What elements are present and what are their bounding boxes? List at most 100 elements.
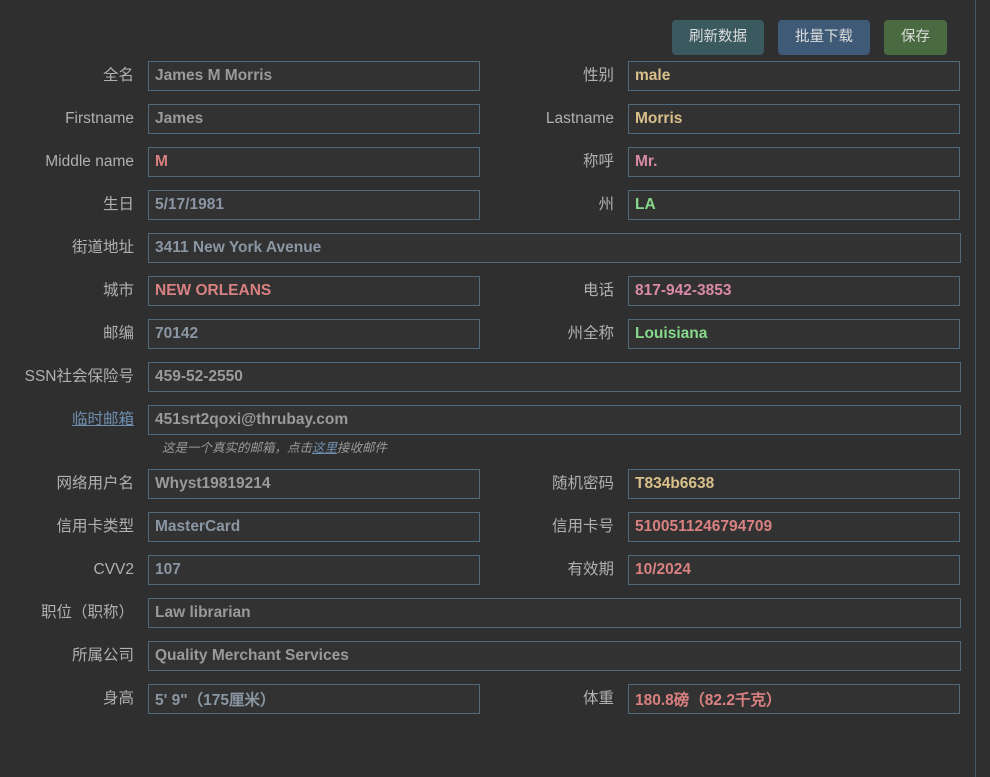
field-title: 称呼 Mr. [480, 146, 960, 177]
form-row: 信用卡类型 MasterCard 信用卡号 5100511246794709 [0, 511, 961, 542]
field-zipcode: 邮编 70142 [0, 318, 480, 349]
email-hint-link[interactable]: 这里 [312, 441, 337, 455]
field-cvv2: CVV2 107 [0, 554, 480, 585]
form-row: 所属公司 Quality Merchant Services [0, 640, 961, 671]
form-row: 邮编 70142 州全称 Louisiana [0, 318, 961, 349]
fullname-input[interactable]: James M Morris [148, 60, 480, 91]
field-cardnumber: 信用卡号 5100511246794709 [480, 511, 960, 542]
field-statefull: 州全称 Louisiana [480, 318, 960, 349]
email-hint: 这是一个真实的邮箱，点击这里接收邮件 [148, 437, 387, 456]
fullname-label: 全名 [102, 66, 134, 84]
gender-label: 性别 [582, 66, 614, 84]
identity-form: 全名 James M Morris 性别 male Firstname Jame… [0, 60, 975, 714]
statefull-label: 州全称 [567, 324, 614, 342]
email-hint-row: 这是一个真实的邮箱，点击这里接收邮件 [0, 437, 961, 456]
company-input[interactable]: Quality Merchant Services [148, 640, 961, 671]
field-phone: 电话 817-942-3853 [480, 275, 960, 306]
cvv2-input[interactable]: 107 [148, 554, 480, 585]
field-job: 职位（职称） Law librarian [0, 597, 961, 628]
form-row: 网络用户名 Whyst19819214 随机密码 T834b6638 [0, 468, 961, 499]
ssn-label: SSN社会保险号 [24, 367, 134, 385]
cardtype-input[interactable]: MasterCard [148, 511, 480, 542]
cardnumber-input[interactable]: 5100511246794709 [628, 511, 960, 542]
job-input[interactable]: Law librarian [148, 597, 961, 628]
username-input[interactable]: Whyst19819214 [148, 468, 480, 499]
middlename-label: Middle name [45, 152, 134, 170]
username-label: 网络用户名 [56, 474, 134, 492]
field-username: 网络用户名 Whyst19819214 [0, 468, 480, 499]
form-row: 街道地址 3411 New York Avenue [0, 232, 961, 263]
hint-spacer [0, 437, 148, 456]
lastname-label: Lastname [545, 109, 614, 127]
email-input[interactable]: 451srt2qoxi@thrubay.com [148, 404, 961, 435]
birthday-input[interactable]: 5/17/1981 [148, 189, 480, 220]
weight-label: 体重 [582, 689, 614, 707]
form-row: 职位（职称） Law librarian [0, 597, 961, 628]
street-input[interactable]: 3411 New York Avenue [148, 232, 961, 263]
form-row: 生日 5/17/1981 州 LA [0, 189, 961, 220]
cardtype-label: 信用卡类型 [56, 517, 134, 535]
ssn-input[interactable]: 459-52-2550 [148, 361, 961, 392]
page-root: 刷新数据 批量下载 保存 全名 James M Morris 性别 male F… [0, 0, 990, 777]
firstname-input[interactable]: James [148, 103, 480, 134]
form-row: Middle name M 称呼 Mr. [0, 146, 961, 177]
password-input[interactable]: T834b6638 [628, 468, 960, 499]
phone-input[interactable]: 817-942-3853 [628, 275, 960, 306]
field-password: 随机密码 T834b6638 [480, 468, 960, 499]
form-row: SSN社会保险号 459-52-2550 [0, 361, 961, 392]
field-city: 城市 NEW ORLEANS [0, 275, 480, 306]
field-gender: 性别 male [480, 60, 960, 91]
email-label-link[interactable]: 临时邮箱 [0, 405, 148, 435]
field-email: 临时邮箱 451srt2qoxi@thrubay.com [0, 404, 961, 435]
gender-input[interactable]: male [628, 60, 960, 91]
zipcode-label: 邮编 [102, 324, 134, 342]
title-input[interactable]: Mr. [628, 146, 960, 177]
field-height: 身高 5' 9"（175厘米） [0, 683, 480, 714]
refresh-data-button[interactable]: 刷新数据 [672, 20, 764, 55]
height-input[interactable]: 5' 9"（175厘米） [148, 683, 480, 714]
save-button[interactable]: 保存 [884, 20, 947, 55]
job-label: 职位（职称） [40, 603, 134, 621]
phone-label: 电话 [582, 281, 614, 299]
cvv2-label: CVV2 [93, 560, 135, 578]
batch-download-button[interactable]: 批量下载 [778, 20, 870, 55]
title-label: 称呼 [582, 152, 614, 170]
street-label: 街道地址 [71, 238, 134, 256]
cardnumber-label: 信用卡号 [551, 517, 614, 535]
form-row: CVV2 107 有效期 10/2024 [0, 554, 961, 585]
expiry-label: 有效期 [567, 560, 614, 578]
field-state: 州 LA [480, 189, 960, 220]
lastname-input[interactable]: Morris [628, 103, 960, 134]
state-input[interactable]: LA [628, 189, 960, 220]
field-expiry: 有效期 10/2024 [480, 554, 960, 585]
field-cardtype: 信用卡类型 MasterCard [0, 511, 480, 542]
field-weight: 体重 180.8磅（82.2千克） [480, 683, 960, 714]
city-input[interactable]: NEW ORLEANS [148, 275, 480, 306]
statefull-input[interactable]: Louisiana [628, 318, 960, 349]
password-label: 随机密码 [551, 474, 614, 492]
toolbar: 刷新数据 批量下载 保存 [0, 0, 975, 61]
field-fullname: 全名 James M Morris [0, 60, 480, 91]
birthday-label: 生日 [102, 195, 134, 213]
field-street: 街道地址 3411 New York Avenue [0, 232, 961, 263]
form-row: 城市 NEW ORLEANS 电话 817-942-3853 [0, 275, 961, 306]
field-middlename: Middle name M [0, 146, 480, 177]
container-right-rule [975, 0, 976, 777]
form-row: 临时邮箱 451srt2qoxi@thrubay.com [0, 404, 961, 435]
field-birthday: 生日 5/17/1981 [0, 189, 480, 220]
expiry-input[interactable]: 10/2024 [628, 554, 960, 585]
field-company: 所属公司 Quality Merchant Services [0, 640, 961, 671]
weight-input[interactable]: 180.8磅（82.2千克） [628, 683, 960, 714]
firstname-label: Firstname [65, 109, 134, 127]
middlename-input[interactable]: M [148, 146, 480, 177]
zipcode-input[interactable]: 70142 [148, 318, 480, 349]
city-label: 城市 [102, 281, 134, 299]
email-hint-before: 这是一个真实的邮箱，点击 [162, 440, 313, 455]
state-label: 州 [598, 195, 614, 213]
field-ssn: SSN社会保险号 459-52-2550 [0, 361, 961, 392]
form-row: 身高 5' 9"（175厘米） 体重 180.8磅（82.2千克） [0, 683, 961, 714]
form-row: Firstname James Lastname Morris [0, 103, 961, 134]
height-label: 身高 [102, 689, 134, 707]
company-label: 所属公司 [71, 646, 134, 664]
field-firstname: Firstname James [0, 103, 480, 134]
